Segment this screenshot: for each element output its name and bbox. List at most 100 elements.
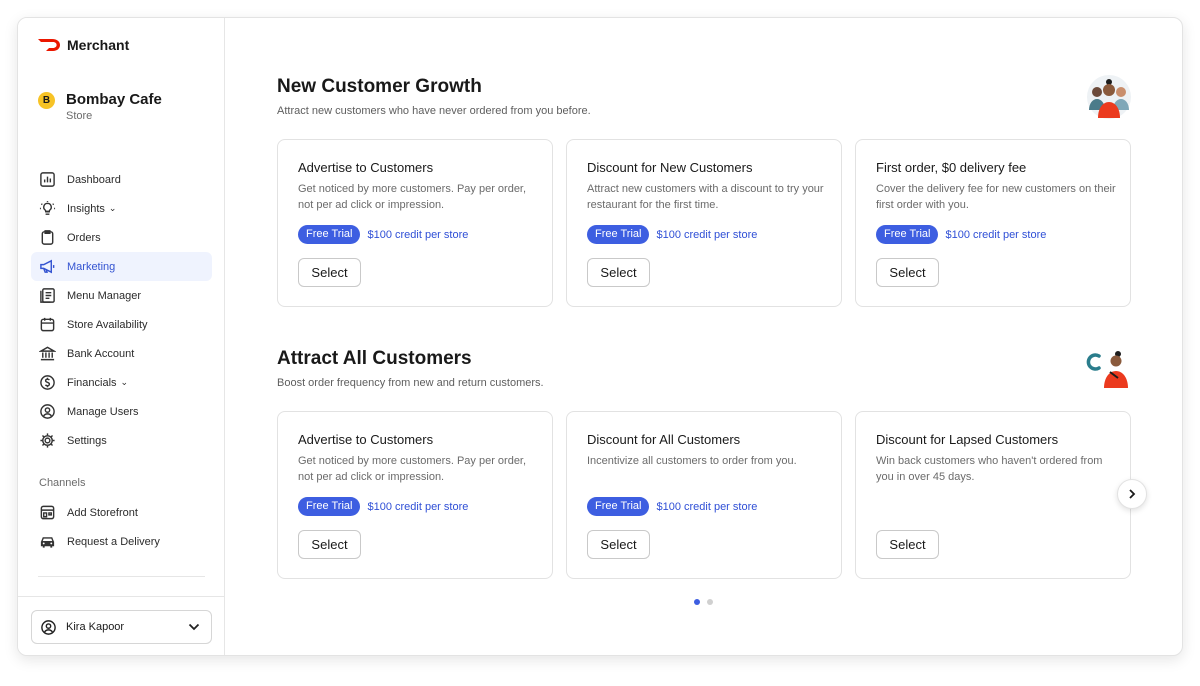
card-description: Incentivize all customers to order from … <box>587 455 797 467</box>
nav-label: Store Availability <box>67 318 148 331</box>
clipboard-icon <box>41 230 54 245</box>
gear-icon <box>40 433 55 448</box>
nav-item-request-delivery[interactable]: Request a Delivery <box>31 527 212 556</box>
sidebar: Merchant B Bombay Cafe Store Dashboard I… <box>18 18 225 655</box>
store-avatar: B <box>38 92 55 109</box>
doordash-logo-icon <box>38 39 60 51</box>
nav-item-bank-account[interactable]: Bank Account <box>31 339 212 368</box>
credit-text: $100 credit per store <box>656 500 758 513</box>
calendar-icon <box>40 317 55 332</box>
nav-label: Menu Manager <box>67 289 141 302</box>
select-button[interactable]: Select <box>298 530 361 559</box>
select-button[interactable]: Select <box>587 258 650 287</box>
main-content: New Customer Growth Attract new customer… <box>226 18 1182 655</box>
section-title: Attract All Customers <box>277 348 472 369</box>
card-description: Cover the delivery fee for new customers… <box>876 183 1116 211</box>
card-title: First order, $0 delivery fee <box>876 160 1027 175</box>
section-subtitle: Boost order frequency from new and retur… <box>277 377 544 389</box>
free-trial-badge: Free Trial <box>587 225 650 244</box>
free-trial-badge: Free Trial <box>587 497 650 516</box>
offer-row: Free Trial $100 credit per store <box>587 497 757 516</box>
credit-text: $100 credit per store <box>656 228 758 241</box>
sidebar-divider <box>38 576 205 577</box>
store-type: Store <box>66 110 93 122</box>
nav-item-store-availability[interactable]: Store Availability <box>31 310 212 339</box>
megaphone-icon <box>40 259 55 274</box>
nav-label: Manage Users <box>67 405 139 418</box>
promo-card: Discount for All Customers Incentivize a… <box>566 411 842 579</box>
offer-row: Free Trial $100 credit per store <box>876 225 1046 244</box>
nav-label: Bank Account <box>67 347 135 360</box>
select-button[interactable]: Select <box>876 258 939 287</box>
nav-item-dashboard[interactable]: Dashboard <box>31 165 212 194</box>
user-menu[interactable]: Kira Kapoor <box>31 610 212 644</box>
promo-card: First order, $0 delivery fee Cover the d… <box>855 139 1131 307</box>
channels-nav: Add Storefront Request a Delivery <box>31 498 212 556</box>
section-title: New Customer Growth <box>277 76 482 97</box>
free-trial-badge: Free Trial <box>876 225 939 244</box>
credit-text: $100 credit per store <box>367 500 469 513</box>
nav-item-insights[interactable]: Insights ⌄ <box>31 194 212 223</box>
card-description: Get noticed by more customers. Pay per o… <box>298 183 527 211</box>
storefront-icon <box>40 505 55 520</box>
car-icon <box>40 537 55 548</box>
chevron-right-icon <box>1129 489 1136 499</box>
nav-item-financials[interactable]: Financials ⌄ <box>31 368 212 397</box>
nav-item-orders[interactable]: Orders <box>31 223 212 252</box>
nav-label: Add Storefront <box>67 506 138 519</box>
select-button[interactable]: Select <box>587 530 650 559</box>
chevron-down-icon: ⌄ <box>108 203 117 213</box>
nav-item-add-storefront[interactable]: Add Storefront <box>31 498 212 527</box>
section-subtitle: Attract new customers who have never ord… <box>277 105 591 117</box>
carousel-next-button[interactable] <box>1117 479 1147 509</box>
user-circle-icon <box>40 404 55 419</box>
promo-card: Discount for Lapsed Customers Win back c… <box>855 411 1131 579</box>
sidebar-footer-divider <box>18 596 225 597</box>
credit-text: $100 credit per store <box>945 228 1047 241</box>
nav-item-menu-manager[interactable]: Menu Manager <box>31 281 212 310</box>
nav-label: Orders <box>67 231 101 244</box>
promo-card: Advertise to Customers Get noticed by mo… <box>277 411 553 579</box>
customer-illustration-icon <box>1086 351 1128 388</box>
card-description: Attract new customers with a discount to… <box>587 183 824 211</box>
promo-card: Advertise to Customers Get noticed by mo… <box>277 139 553 307</box>
user-name: Kira Kapoor <box>66 621 125 633</box>
select-button[interactable]: Select <box>298 258 361 287</box>
offer-row: Free Trial $100 credit per store <box>298 497 468 516</box>
card-title: Discount for Lapsed Customers <box>876 432 1059 447</box>
nav-item-manage-users[interactable]: Manage Users <box>31 397 212 426</box>
pagination-dot-2[interactable] <box>707 599 713 605</box>
free-trial-badge: Free Trial <box>298 497 361 516</box>
brand-name: Merchant <box>67 37 130 53</box>
customers-illustration-icon <box>1087 75 1131 119</box>
bank-icon <box>39 346 56 361</box>
brand[interactable]: Merchant <box>37 37 129 53</box>
nav-label: Request a Delivery <box>67 535 160 548</box>
nav-label: Financials <box>67 376 117 389</box>
free-trial-badge: Free Trial <box>298 225 361 244</box>
card-description: Win back customers who haven't ordered f… <box>876 455 1103 483</box>
nav-label: Insights <box>67 202 105 215</box>
pagination-dot-1[interactable] <box>694 599 700 605</box>
nav-label: Dashboard <box>67 173 121 186</box>
store-name: Bombay Cafe <box>66 91 162 108</box>
nav-item-marketing[interactable]: Marketing <box>31 252 212 281</box>
chevron-down-icon: ⌄ <box>120 377 129 387</box>
nav-label: Marketing <box>67 260 116 273</box>
offer-row: Free Trial $100 credit per store <box>298 225 468 244</box>
lightbulb-icon <box>39 200 56 215</box>
card-title: Advertise to Customers <box>298 160 434 175</box>
app-window: Merchant B Bombay Cafe Store Dashboard I… <box>17 17 1183 656</box>
nav-label: Settings <box>67 434 107 447</box>
nav-item-settings[interactable]: Settings <box>31 426 212 455</box>
select-button[interactable]: Select <box>876 530 939 559</box>
card-description: Get noticed by more customers. Pay per o… <box>298 455 527 483</box>
card-title: Advertise to Customers <box>298 432 434 447</box>
menu-icon <box>40 288 55 303</box>
channels-heading: Channels <box>39 477 86 489</box>
store-switcher[interactable]: B Bombay Cafe Store <box>38 90 162 123</box>
dollar-icon <box>40 375 55 390</box>
card-title: Discount for All Customers <box>587 432 741 447</box>
main-nav: Dashboard Insights ⌄ Orders Marketing Me… <box>31 165 212 455</box>
user-circle-icon <box>41 619 56 635</box>
